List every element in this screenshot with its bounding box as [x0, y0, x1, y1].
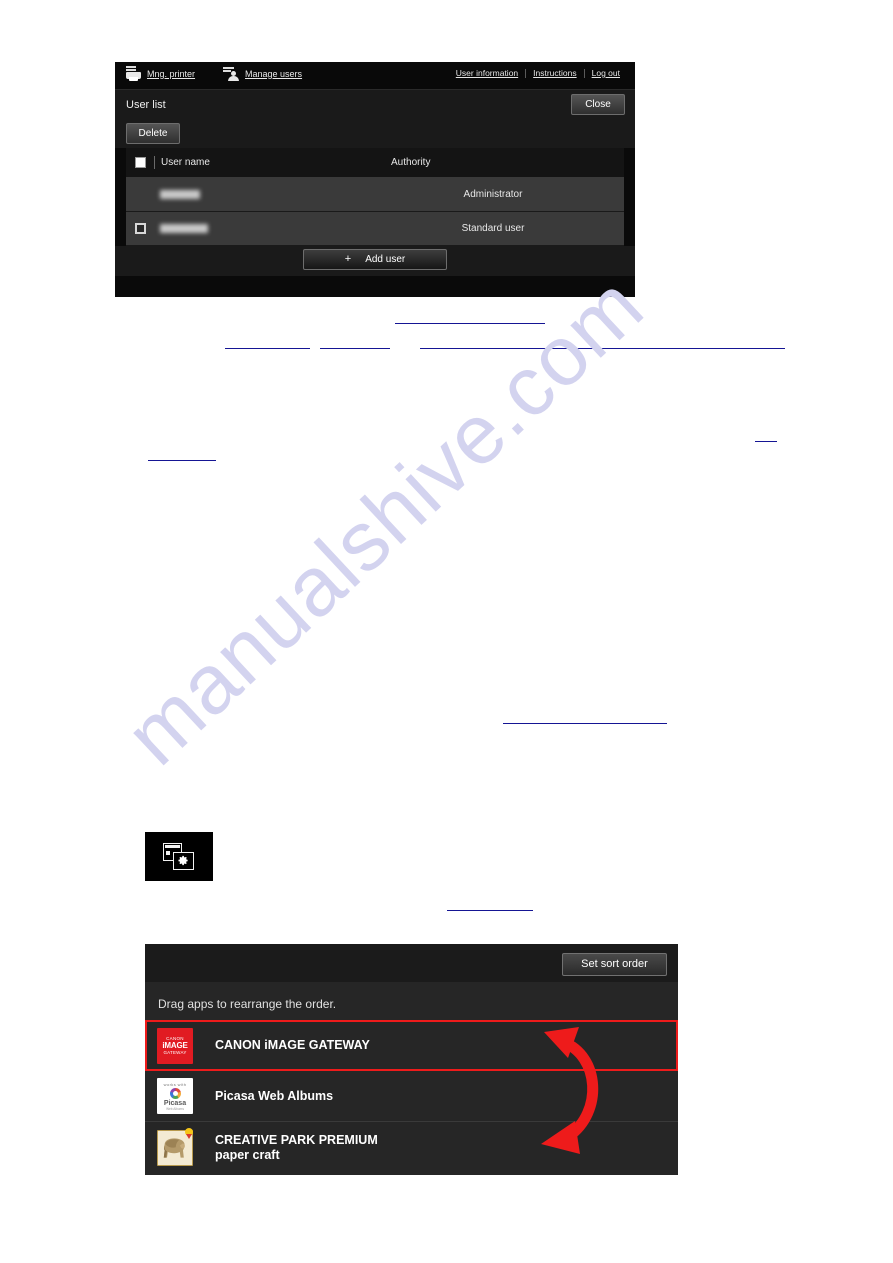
app-name: Picasa Web Albums [215, 1088, 334, 1103]
list-item[interactable]: CREATIVE PARK PREMIUM paper craft [145, 1122, 678, 1173]
nav-manage-users[interactable]: Manage users [223, 66, 302, 81]
user-list-screenshot: Mng. printer Manage users User informati… [115, 62, 635, 297]
list-item[interactable]: CANON iMAGE GATEWAY CANON iMAGE GATEWAY [145, 1020, 678, 1071]
app-name-line2: paper craft [215, 1147, 280, 1162]
delete-button[interactable]: Delete [126, 123, 180, 144]
user-list-titlebar: User list Close [115, 90, 635, 121]
select-all-cell[interactable] [126, 157, 154, 168]
set-sort-order-button[interactable]: Set sort order [562, 953, 667, 976]
picasa-pinwheel-icon [169, 1087, 181, 1099]
sort-order-topbar: Set sort order [145, 944, 678, 982]
plus-icon: + [344, 253, 352, 265]
link-user-information[interactable]: User information [449, 68, 525, 78]
inline-link[interactable] [503, 710, 667, 724]
picasa-web-albums-icon: works with Picasa Web Albums [157, 1078, 193, 1114]
row-checkbox-cell[interactable] [126, 223, 154, 234]
inline-link[interactable] [320, 335, 390, 349]
page-title: User list [126, 99, 166, 111]
inline-link[interactable] [225, 335, 310, 349]
inline-link[interactable] [148, 447, 216, 461]
user-table: User name Authority Administrator Standa… [126, 148, 624, 246]
app-sort-list: CANON iMAGE GATEWAY CANON iMAGE GATEWAY … [145, 1020, 678, 1173]
add-user-row: + Add user [115, 246, 635, 276]
list-item[interactable]: works with Picasa Web Albums Picasa Web … [145, 1071, 678, 1122]
inline-link[interactable] [447, 897, 533, 911]
redacted-user-name [160, 223, 208, 233]
thumb-line-3: Web Albums [166, 1106, 184, 1111]
window-front-icon [173, 852, 194, 870]
users-icon [223, 66, 240, 81]
app-name: CREATIVE PARK PREMIUM [215, 1132, 378, 1147]
cloud-center-navbar: Mng. printer Manage users User informati… [115, 62, 635, 90]
add-user-button[interactable]: + Add user [303, 249, 447, 270]
column-header-user-name: User name [154, 156, 391, 169]
link-log-out[interactable]: Log out [585, 68, 627, 78]
window-gear-icon [163, 843, 195, 870]
nav-manage-users-label: Manage users [245, 68, 303, 79]
user-list-actionbar: Delete [115, 121, 635, 148]
table-row[interactable]: Administrator [126, 178, 624, 212]
table-header-row: User name Authority [126, 148, 624, 178]
gear-icon [178, 855, 188, 866]
canon-image-gateway-icon: CANON iMAGE GATEWAY [157, 1027, 193, 1064]
drag-hint-text: Drag apps to rearrange the order. [158, 997, 337, 1011]
premium-badge-icon [185, 1128, 193, 1139]
sort-order-screenshot: Set sort order Drag apps to rearrange th… [145, 944, 678, 1175]
thumb-line-1: works with [163, 1081, 187, 1087]
settings-icon-screenshot [145, 832, 213, 881]
cell-authority: Administrator [463, 189, 523, 200]
app-name: CANON iMAGE GATEWAY [215, 1038, 370, 1052]
inline-link[interactable] [755, 428, 777, 442]
redacted-user-name [160, 189, 200, 199]
nav-mng-printer-label: Mng. printer [147, 68, 196, 79]
add-user-label: Add user [365, 254, 406, 265]
app-name-block: CREATIVE PARK PREMIUM paper craft [215, 1133, 378, 1163]
select-all-checkbox[interactable] [134, 157, 146, 168]
thumb-line-3: GATEWAY [163, 1050, 187, 1055]
row-checkbox[interactable] [134, 223, 146, 234]
nav-mng-printer[interactable]: Mng. printer [125, 66, 195, 81]
column-header-authority: Authority [391, 157, 431, 168]
cell-user-name [154, 222, 390, 235]
inline-link[interactable] [420, 335, 785, 349]
inline-link[interactable] [395, 310, 545, 324]
thumb-line-2: Picasa [163, 1099, 187, 1107]
link-instructions[interactable]: Instructions [526, 68, 583, 78]
cell-authority: Standard user [461, 223, 525, 234]
header-links: User information Instructions Log out [449, 68, 627, 78]
table-row[interactable]: Standard user [126, 212, 624, 246]
printer-icon [125, 66, 142, 81]
thumb-line-2: iMAGE [162, 1041, 188, 1050]
close-button[interactable]: Close [571, 94, 625, 115]
cell-user-name [154, 188, 390, 201]
